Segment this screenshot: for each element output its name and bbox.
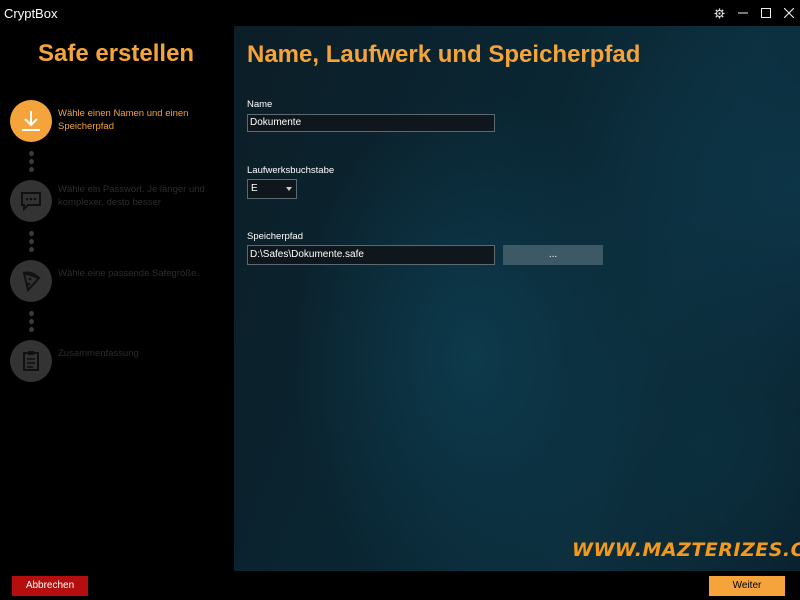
browse-button[interactable]: ... xyxy=(503,245,603,265)
download-icon xyxy=(22,111,40,131)
window-controls xyxy=(708,0,800,26)
step-size: Wähle eine passende Safegröße. xyxy=(10,260,230,302)
gear-icon[interactable] xyxy=(708,0,731,26)
drive-select-value: E xyxy=(251,183,258,194)
step-label: Wähle ein Passwort. Je länger und komple… xyxy=(58,184,205,208)
step-label: Zusammenfassung xyxy=(58,348,139,359)
step-password: Wähle ein Passwort. Je länger und komple… xyxy=(10,180,230,222)
step-connector xyxy=(29,231,34,255)
step-connector xyxy=(29,151,34,175)
close-icon[interactable] xyxy=(777,0,800,26)
minimize-icon[interactable] xyxy=(731,0,754,26)
step-circle xyxy=(10,340,52,382)
cancel-button[interactable]: Abbrechen xyxy=(12,576,88,596)
pizza-icon xyxy=(22,271,41,293)
step-label: Wähle eine passende Safegröße. xyxy=(58,268,200,279)
wizard-title: Safe erstellen xyxy=(38,40,195,67)
step-summary: Zusammenfassung xyxy=(10,340,230,382)
name-input[interactable]: Dokumente xyxy=(247,114,495,132)
maximize-icon[interactable] xyxy=(754,0,777,26)
app-title: CryptBox xyxy=(4,6,58,21)
path-input[interactable]: D:\Safes\Dokumente.safe xyxy=(247,245,495,265)
step-circle xyxy=(10,180,52,222)
step-label: Wähle einen Namen und einen Speicherpfad xyxy=(58,108,189,132)
step-circle xyxy=(10,100,52,142)
page-title: Name, Laufwerk und Speicherpfad xyxy=(247,41,641,68)
main-panel: Name, Laufwerk und Speicherpfad Name Dok… xyxy=(234,26,800,571)
step-name-path[interactable]: Wähle einen Namen und einen Speicherpfad xyxy=(10,100,230,142)
clipboard-icon xyxy=(23,351,39,371)
chevron-down-icon xyxy=(286,187,292,191)
drive-label: Laufwerksbuchstabe xyxy=(247,165,335,176)
watermark-text: WWW.MAZTERIZES.COM xyxy=(572,539,800,561)
next-button[interactable]: Weiter xyxy=(709,576,785,596)
path-label: Speicherpfad xyxy=(247,231,303,242)
name-label: Name xyxy=(247,99,273,110)
chat-icon xyxy=(21,192,41,212)
step-connector xyxy=(29,311,34,335)
step-circle xyxy=(10,260,52,302)
title-bar: CryptBox xyxy=(0,0,800,26)
drive-select[interactable]: E xyxy=(247,179,297,199)
